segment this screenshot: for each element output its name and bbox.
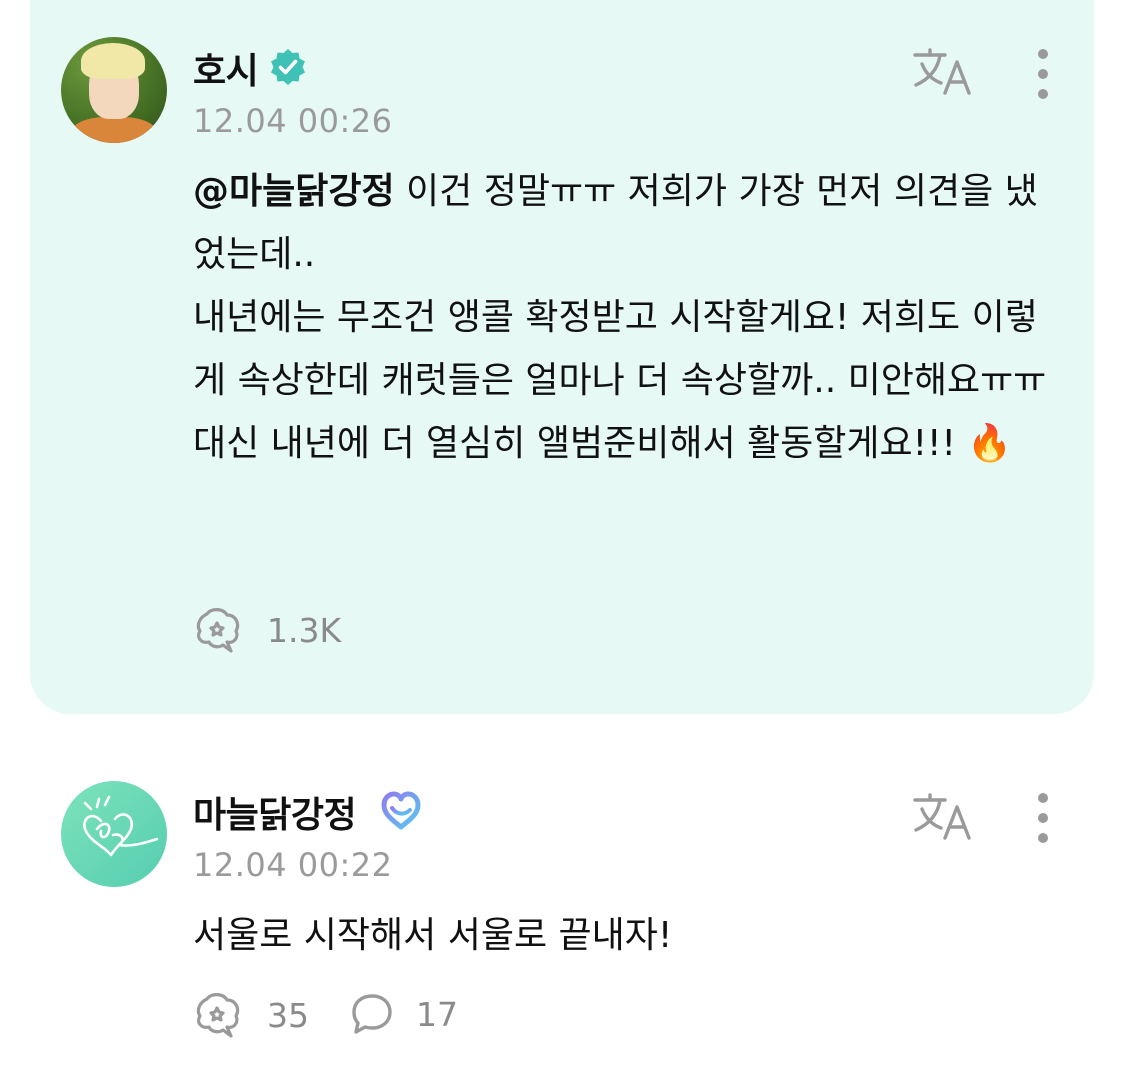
more-options-icon[interactable] xyxy=(1033,46,1053,102)
comment-icon xyxy=(352,994,392,1034)
commenter-name[interactable]: 마늘닭강정 xyxy=(193,786,357,838)
translate-icon[interactable] xyxy=(911,792,975,842)
heart-logo-icon xyxy=(83,795,159,857)
more-options-icon[interactable] xyxy=(1033,790,1053,846)
post-timestamp: 12.04 00:26 xyxy=(193,102,393,140)
check-badge-icon xyxy=(271,49,305,85)
author-avatar[interactable] xyxy=(61,37,167,143)
reply-comment-count: 17 xyxy=(416,994,458,1034)
reply-body: 서울로 시작해서 서울로 끝내자! xyxy=(193,915,673,956)
post-like-count: 1.3K xyxy=(267,610,342,650)
heart-membership-icon xyxy=(381,791,421,830)
fire-emoji: 🔥 xyxy=(967,423,1013,464)
reply-comment-button[interactable]: 17 xyxy=(350,992,458,1036)
like-icon xyxy=(196,993,240,1038)
mention-link[interactable]: @마늘닭강정 xyxy=(193,171,395,212)
post-text: 이건 정말ㅠㅠ 저희가 가장 먼저 의견을 냈었는데.. 내년에는 무조건 앵콜… xyxy=(193,171,1047,464)
post-like-button[interactable]: 1.3K xyxy=(193,607,341,653)
weverse-thread: 호시 12.04 00:26 @마늘닭강정 이건 정말ㅠㅠ 저희가 가장 먼저 … xyxy=(0,0,1125,1072)
commenter-avatar[interactable] xyxy=(61,781,167,887)
author-name[interactable]: 호시 xyxy=(193,42,259,94)
reply-like-count: 35 xyxy=(267,995,309,1035)
reply-like-button[interactable]: 35 xyxy=(193,992,309,1038)
like-icon xyxy=(196,608,240,653)
translate-icon[interactable] xyxy=(911,47,975,97)
post-body: @마늘닭강정 이건 정말ㅠㅠ 저희가 가장 먼저 의견을 냈었는데.. 내년에는… xyxy=(193,160,1063,475)
reply-timestamp: 12.04 00:22 xyxy=(193,846,393,884)
